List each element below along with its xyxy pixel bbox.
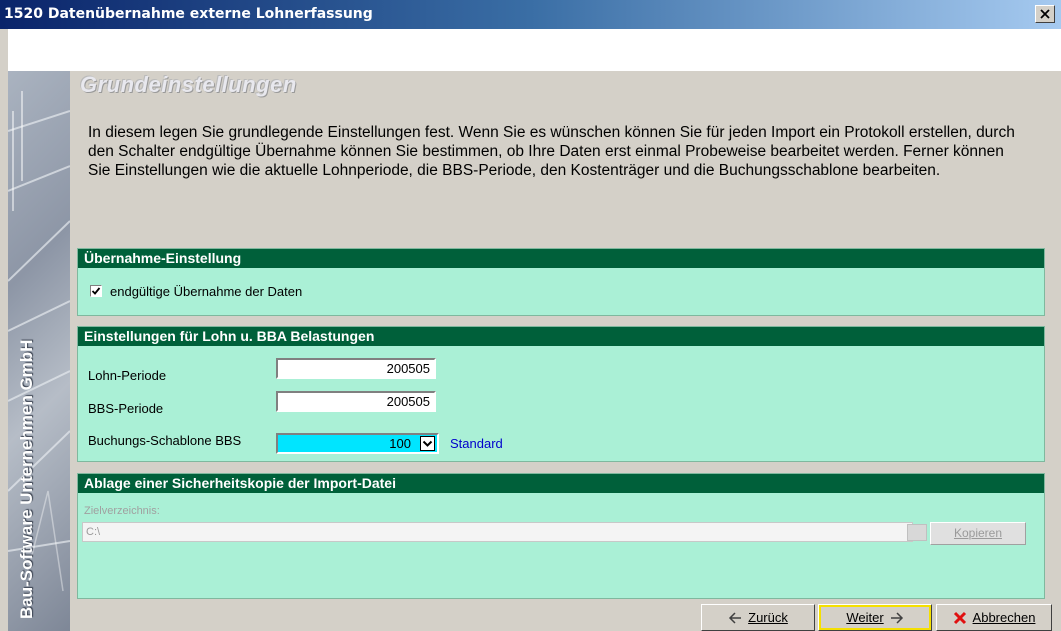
endgueltige-uebernahme-checkbox[interactable] (90, 285, 102, 297)
dialog-window: 1520 Datenübernahme externe Lohnerfassun… (0, 0, 1061, 631)
weiter-button[interactable]: Weiter (818, 604, 932, 631)
brand-sidebar: Bau-Software Unternehmen GmbH (8, 71, 70, 631)
arrow-right-icon (890, 611, 903, 624)
lohn-periode-input[interactable]: 200505 (276, 358, 436, 379)
schablone-name-link[interactable]: Standard (450, 436, 503, 451)
uebernahme-panel: Übernahme-Einstellung endgültige Übernah… (77, 248, 1045, 316)
browse-folder-button[interactable] (907, 524, 927, 541)
page-heading: Grundeinstellungen (80, 72, 297, 97)
zielverzeichnis-label: Zielverzeichnis: (84, 505, 160, 517)
weiter-label: Weiter (846, 610, 884, 625)
checkmark-icon (91, 287, 101, 295)
cancel-x-icon (953, 611, 966, 624)
lohn-periode-label: Lohn-Periode (88, 368, 167, 383)
uebernahme-panel-title: Übernahme-Einstellung (78, 249, 1044, 268)
kopieren-button[interactable]: Kopieren (930, 522, 1026, 545)
bbs-periode-label: BBS-Periode (88, 401, 164, 416)
page-description: In diesem legen Sie grundlegende Einstel… (88, 124, 1015, 179)
abbrechen-button[interactable]: Abbrechen (936, 604, 1052, 631)
buchungs-schablone-label: Buchungs-Schablone BBS (88, 433, 242, 448)
zurueck-button[interactable]: Zurück (701, 604, 815, 631)
ablage-panel-title: Ablage einer Sicherheitskopie der Import… (78, 474, 1044, 493)
arrow-left-icon (729, 611, 742, 624)
ablage-panel: Ablage einer Sicherheitskopie der Import… (77, 473, 1045, 599)
lohn-panel: Einstellungen für Lohn u. BBA Belastunge… (77, 326, 1045, 462)
dropdown-button[interactable] (420, 436, 435, 451)
bbs-periode-input[interactable]: 200505 (276, 391, 436, 412)
title-bar[interactable]: 1520 Datenübernahme externe Lohnerfassun… (0, 0, 1061, 29)
header-area (8, 29, 1061, 71)
buchungs-schablone-value: 100 (389, 436, 411, 451)
abbrechen-label: Abbrechen (972, 610, 1036, 625)
brand-label: Bau-Software Unternehmen GmbH (17, 339, 36, 619)
zurueck-label: Zurück (748, 610, 788, 625)
buchungs-schablone-select[interactable]: 100 (276, 433, 439, 454)
endgueltige-uebernahme-label[interactable]: endgültige Übernahme der Daten (110, 284, 302, 299)
window-title: 1520 Datenübernahme externe Lohnerfassun… (4, 6, 373, 22)
chevron-down-icon (422, 440, 433, 447)
close-icon (1040, 9, 1050, 19)
zielverzeichnis-input[interactable]: C:\ (82, 522, 913, 542)
lohn-panel-title: Einstellungen für Lohn u. BBA Belastunge… (78, 327, 1044, 346)
close-button[interactable] (1035, 5, 1055, 23)
